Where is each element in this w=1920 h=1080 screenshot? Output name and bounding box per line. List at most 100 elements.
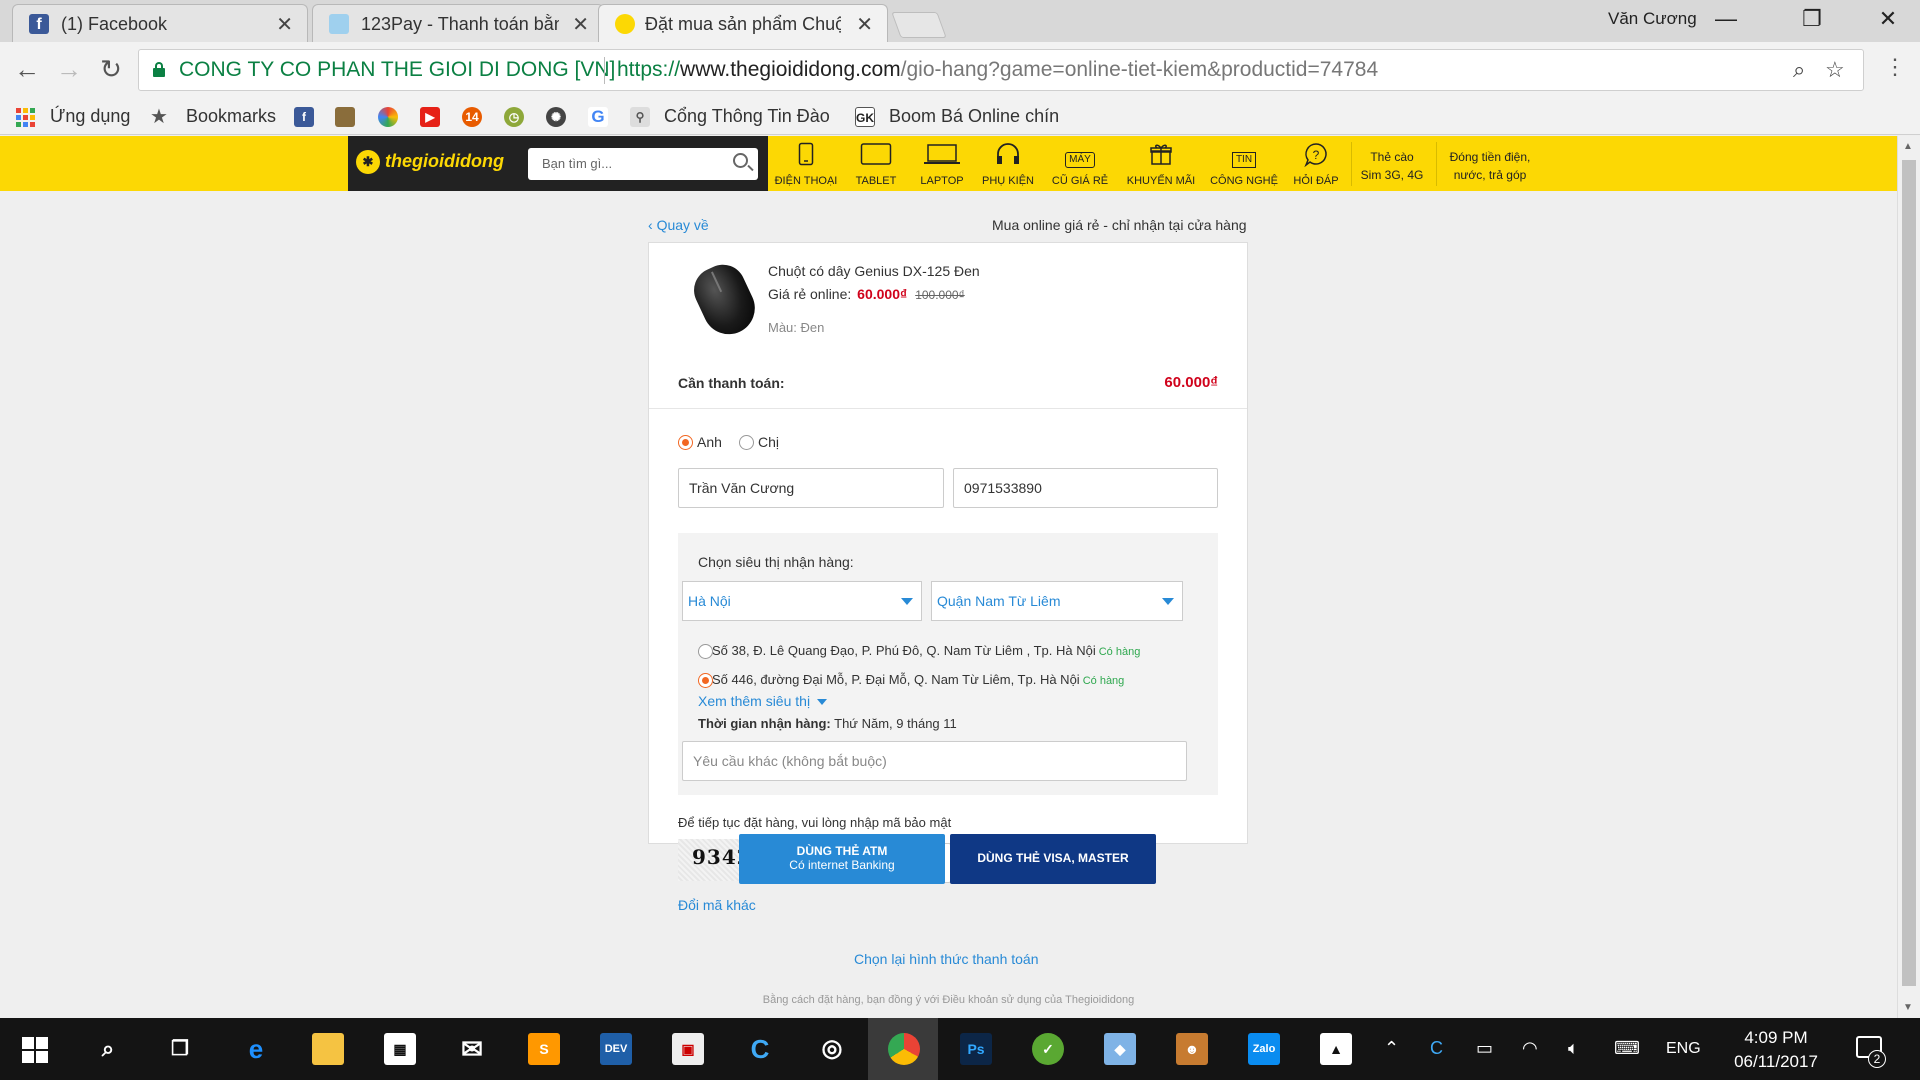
radio-label-chi[interactable]: Chị bbox=[758, 434, 779, 450]
chrome-colors-icon[interactable] bbox=[378, 107, 398, 127]
page-scrollbar[interactable]: ▲ ▼ bbox=[1897, 136, 1920, 1018]
file-explorer-icon[interactable] bbox=[312, 1033, 344, 1065]
ccleaner-icon[interactable]: C bbox=[744, 1033, 776, 1065]
site-search-input[interactable]: Bạn tìm gì... bbox=[528, 148, 758, 180]
language-indicator[interactable]: ENG bbox=[1666, 1040, 1701, 1058]
kenh14-icon[interactable]: 14 bbox=[462, 107, 482, 127]
tab-123pay[interactable]: 123Pay - Thanh toán bằn ✕ bbox=[312, 4, 604, 42]
wifi-icon[interactable]: ◠ bbox=[1522, 1038, 1538, 1059]
nav-used[interactable]: MÁY CŨ GIÁ RẺ bbox=[1048, 142, 1112, 187]
bookmark-boom[interactable]: Boom Bá Online chín bbox=[889, 106, 1059, 127]
chevron-up-icon[interactable]: ⌃ bbox=[1384, 1038, 1399, 1059]
pay-visa-button[interactable]: DÙNG THẺ VISA, MASTER bbox=[950, 834, 1156, 884]
site-logo[interactable]: ✱ thegioididong bbox=[356, 150, 504, 174]
ccleaner-tray-icon[interactable]: C bbox=[1430, 1038, 1443, 1059]
zalo-icon[interactable]: Zalo bbox=[1248, 1033, 1280, 1065]
radio-chi[interactable] bbox=[739, 435, 754, 450]
photos-icon[interactable]: ▲ bbox=[1320, 1033, 1352, 1065]
close-icon[interactable]: ✕ bbox=[276, 12, 293, 37]
windows-start-icon[interactable] bbox=[22, 1037, 48, 1063]
clock-icon[interactable]: ◷ bbox=[504, 107, 524, 127]
nav-bills[interactable]: Đóng tiền điện, nước, trả góp bbox=[1440, 148, 1540, 184]
store-radio-1[interactable] bbox=[698, 644, 713, 659]
reel-icon[interactable]: ✺ bbox=[546, 107, 566, 127]
dev-cpp-icon[interactable]: DEV bbox=[600, 1033, 632, 1065]
obs-icon[interactable]: ◎ bbox=[816, 1033, 848, 1065]
close-icon[interactable]: ✕ bbox=[856, 12, 873, 37]
nav-laptop[interactable]: LAPTOP bbox=[910, 142, 974, 187]
nav-tablet[interactable]: TABLET bbox=[846, 142, 906, 187]
app-icon[interactable]: ▣ bbox=[672, 1033, 704, 1065]
volume-icon[interactable]: 🔈︎ bbox=[1568, 1038, 1579, 1059]
restore-icon[interactable]: ❐ bbox=[1792, 6, 1832, 32]
close-window-icon[interactable]: ✕ bbox=[1868, 6, 1908, 32]
chevron-down-icon bbox=[817, 699, 828, 706]
nav-promotions[interactable]: KHUYẾN MÃI bbox=[1124, 142, 1198, 187]
apps-grid-icon[interactable] bbox=[16, 108, 36, 128]
zoom-icon[interactable]: ⌕ bbox=[1793, 57, 1805, 83]
nav-accessories[interactable]: PHỤ KIỆN bbox=[978, 142, 1038, 187]
bookmark-apps[interactable]: Ứng dụng bbox=[50, 106, 130, 127]
bookmark-star-icon[interactable]: ☆ bbox=[1825, 57, 1845, 83]
system-clock[interactable]: 4:09 PM 06/11/2017 bbox=[1726, 1026, 1826, 1074]
store-icon[interactable]: ▦ bbox=[384, 1033, 416, 1065]
scroll-thumb[interactable] bbox=[1902, 160, 1916, 986]
chrome-icon[interactable] bbox=[888, 1033, 920, 1065]
reload-icon[interactable]: ↻ bbox=[94, 54, 128, 85]
full-name-field[interactable]: Trần Văn Cương bbox=[678, 468, 944, 508]
bookmark-portal[interactable]: Cổng Thông Tin Đào bbox=[664, 106, 830, 127]
menu-icon[interactable]: ⋮ bbox=[1878, 54, 1912, 80]
back-link[interactable]: ‹ Quay về bbox=[648, 217, 709, 233]
store-radio-2[interactable] bbox=[698, 673, 713, 688]
battery-icon[interactable]: ▭ bbox=[1476, 1038, 1493, 1059]
eagle-icon[interactable] bbox=[335, 107, 355, 127]
close-icon[interactable]: ✕ bbox=[572, 12, 589, 37]
address-bar[interactable]: CONG TY CO PHAN THE GIOI DI DONG [VN] ht… bbox=[138, 49, 1864, 91]
new-tab-button[interactable] bbox=[891, 12, 947, 38]
search-icon[interactable] bbox=[733, 153, 748, 168]
edge-icon[interactable]: e bbox=[240, 1033, 272, 1065]
pay-atm-button[interactable]: DÙNG THẺ ATM Có internet Banking bbox=[739, 834, 945, 884]
tab-facebook[interactable]: f (1) Facebook ✕ bbox=[12, 4, 308, 42]
site-identity[interactable]: CONG TY CO PHAN THE GIOI DI DONG [VN] bbox=[179, 58, 615, 82]
phone-field[interactable]: 0971533890 bbox=[953, 468, 1218, 508]
browser-toolbar: ← → ↻ CONG TY CO PHAN THE GIOI DI DONG [… bbox=[0, 42, 1920, 99]
district-select[interactable]: Quận Nam Từ Liêm bbox=[931, 581, 1183, 621]
facebook-icon[interactable]: f bbox=[294, 107, 314, 127]
game-icon[interactable]: ☻ bbox=[1176, 1033, 1208, 1065]
note-field[interactable]: Yêu cầu khác (không bắt buộc) bbox=[682, 741, 1187, 781]
profile-name[interactable]: Văn Cương bbox=[1608, 9, 1697, 29]
store-option-1[interactable]: Số 38, Đ. Lê Quang Đạo, P. Phú Đô, Q. Na… bbox=[712, 643, 1140, 658]
forward-icon[interactable]: → bbox=[52, 54, 86, 85]
scroll-up-icon: ▲ bbox=[1903, 141, 1913, 152]
lock-icon[interactable] bbox=[153, 62, 165, 77]
youtube-icon[interactable]: ▶ bbox=[420, 107, 440, 127]
url-text[interactable]: https://www.thegioididong.com/gio-hang?g… bbox=[617, 58, 1378, 82]
store-option-2[interactable]: Số 446, đường Đại Mỗ, P. Đại Mỗ, Q. Nam … bbox=[712, 672, 1124, 687]
search-icon[interactable]: ⌕ bbox=[92, 1033, 124, 1065]
minimize-icon[interactable]: — bbox=[1706, 6, 1746, 32]
back-icon[interactable]: ← bbox=[10, 54, 44, 85]
more-stores-link[interactable]: Xem thêm siêu thị bbox=[698, 693, 828, 709]
logo-search-box: ✱ thegioididong Bạn tìm gì... bbox=[348, 136, 768, 191]
nav-topup[interactable]: Thẻ cào Sim 3G, 4G bbox=[1352, 148, 1432, 184]
keyboard-icon[interactable]: ⌨ bbox=[1614, 1038, 1640, 1059]
mail-icon[interactable]: ✉ bbox=[456, 1033, 488, 1065]
photoshop-icon[interactable]: Ps bbox=[960, 1033, 992, 1065]
google-icon[interactable]: G bbox=[588, 107, 608, 127]
radio-label-anh[interactable]: Anh bbox=[697, 434, 722, 450]
province-select[interactable]: Hà Nội bbox=[682, 581, 922, 621]
coccoc-icon[interactable]: ✓ bbox=[1032, 1033, 1064, 1065]
virtualbox-icon[interactable]: ◆ bbox=[1104, 1033, 1136, 1065]
change-captcha-link[interactable]: Đổi mã khác bbox=[678, 897, 756, 913]
task-view-icon[interactable]: ❐ bbox=[164, 1033, 196, 1065]
nav-faq[interactable]: ? HỎI ĐÁP bbox=[1288, 142, 1344, 187]
tab-checkout[interactable]: Đặt mua sản phẩm Chuộ ✕ bbox=[598, 4, 888, 42]
radio-anh[interactable] bbox=[678, 435, 693, 450]
123pay-icon bbox=[329, 14, 349, 34]
bookmark-folder[interactable]: Bookmarks bbox=[186, 106, 276, 127]
nav-tech-news[interactable]: TIN CÔNG NGHỆ bbox=[1206, 142, 1282, 187]
nav-phone[interactable]: ĐIỆN THOẠI bbox=[774, 142, 838, 187]
sublime-icon[interactable]: S bbox=[528, 1033, 560, 1065]
change-payment-link[interactable]: Chọn lại hình thức thanh toán bbox=[854, 951, 1039, 967]
